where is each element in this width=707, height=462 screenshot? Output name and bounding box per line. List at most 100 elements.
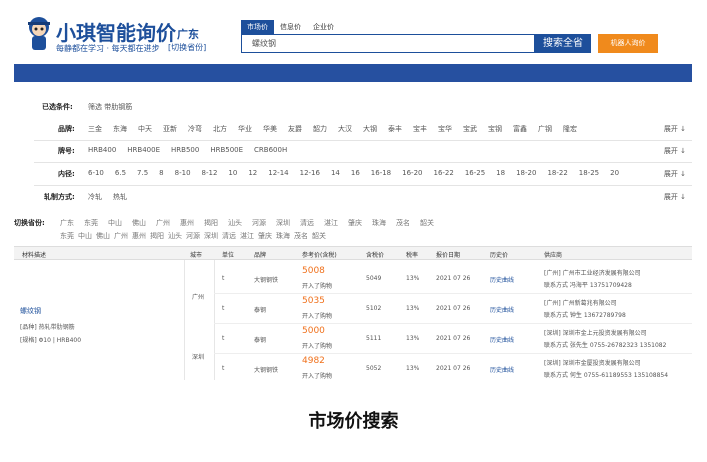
- spec-option[interactable]: 8-10: [175, 169, 191, 177]
- city-option[interactable]: 韶关: [420, 218, 434, 228]
- city-option[interactable]: 茂名: [396, 218, 410, 228]
- city-option[interactable]: 清远: [300, 218, 314, 228]
- grade-expand-button[interactable]: 展开 ↓: [664, 146, 686, 156]
- spec-option[interactable]: 20: [610, 169, 619, 177]
- spec-option[interactable]: 18-20: [516, 169, 536, 177]
- city-option[interactable]: 广东: [60, 218, 74, 228]
- brand-option[interactable]: 华美: [263, 124, 277, 134]
- spec-option[interactable]: 16: [351, 169, 360, 177]
- city-option[interactable]: 惠州: [132, 231, 146, 241]
- brand-option[interactable]: 广钢: [538, 124, 552, 134]
- tab-info-price[interactable]: 信息价: [274, 20, 307, 34]
- city-option[interactable]: 深圳: [276, 218, 290, 228]
- product-name-link[interactable]: 螺纹钢: [20, 306, 170, 316]
- city-option[interactable]: 广州: [114, 231, 128, 241]
- city-option[interactable]: 汕头: [228, 218, 242, 228]
- city-option[interactable]: 湛江: [324, 218, 338, 228]
- spec-option[interactable]: 8-12: [202, 169, 218, 177]
- brand-option[interactable]: 宝钢: [488, 124, 502, 134]
- brand-option[interactable]: 北方: [213, 124, 227, 134]
- grade-option[interactable]: HRB400: [88, 146, 116, 154]
- city-option[interactable]: 珠海: [372, 218, 386, 228]
- grade-option[interactable]: HRB500E: [210, 146, 243, 154]
- brand-option[interactable]: 东海: [113, 124, 127, 134]
- city-option[interactable]: 揭阳: [204, 218, 218, 228]
- brand-option[interactable]: 隆宏: [563, 124, 577, 134]
- th-tax-price: 含税价: [366, 252, 385, 259]
- brand-option[interactable]: 韶力: [313, 124, 327, 134]
- spec-option[interactable]: 18: [496, 169, 505, 177]
- brand-option[interactable]: 三金: [88, 124, 102, 134]
- brand-option[interactable]: 大汉: [338, 124, 352, 134]
- grade-option[interactable]: HRB500: [171, 146, 199, 154]
- spec-option[interactable]: 12-16: [300, 169, 320, 177]
- history-link[interactable]: 历史曲线: [490, 365, 514, 374]
- search-input[interactable]: 螺纹钢: [241, 34, 535, 53]
- spec-option[interactable]: 14: [331, 169, 340, 177]
- spec-option[interactable]: 8: [159, 169, 163, 177]
- city-option[interactable]: 广州: [156, 218, 170, 228]
- city-option[interactable]: 佛山: [96, 231, 110, 241]
- tab-market-price[interactable]: 市场价: [241, 20, 274, 34]
- brand-option[interactable]: 中天: [138, 124, 152, 134]
- city-option[interactable]: 河源: [186, 231, 200, 241]
- brand-option[interactable]: 宝华: [438, 124, 452, 134]
- switch-province-link[interactable]: [切换省份]: [168, 42, 206, 53]
- spec-option[interactable]: 10: [228, 169, 237, 177]
- city-option[interactable]: 深圳: [204, 231, 218, 241]
- history-link[interactable]: 历史曲线: [490, 335, 514, 344]
- city-option[interactable]: 河源: [252, 218, 266, 228]
- selected-conditions-label: 已选条件:: [42, 103, 73, 111]
- brand-option[interactable]: 富鑫: [513, 124, 527, 134]
- spec-option[interactable]: 18-22: [547, 169, 567, 177]
- brand-option[interactable]: 宝丰: [413, 124, 427, 134]
- brand-expand-button[interactable]: 展开 ↓: [664, 124, 686, 134]
- brand-option[interactable]: 友爵: [288, 124, 302, 134]
- history-link[interactable]: 历史曲线: [490, 305, 514, 314]
- city-option[interactable]: 湛江: [240, 231, 254, 241]
- spec-option[interactable]: 16-25: [465, 169, 485, 177]
- history-link[interactable]: 历史曲线: [490, 275, 514, 284]
- city-option[interactable]: 中山: [108, 218, 122, 228]
- tab-enterprise-price[interactable]: 企业价: [307, 20, 340, 34]
- spec-option[interactable]: 7.5: [137, 169, 148, 177]
- brand-option[interactable]: 泰丰: [388, 124, 402, 134]
- city-option[interactable]: 茂名: [294, 231, 308, 241]
- spec-option[interactable]: 18-25: [579, 169, 599, 177]
- city-option[interactable]: 东莞: [84, 218, 98, 228]
- city-option[interactable]: 惠州: [180, 218, 194, 228]
- robot-inquiry-button[interactable]: 机器人询价: [598, 34, 658, 53]
- method-option[interactable]: 热轧: [113, 192, 127, 202]
- grade-option[interactable]: HRB400E: [127, 146, 160, 154]
- city-option[interactable]: 中山: [78, 231, 92, 241]
- brand-filter-row: 品牌: 三金 东海 中天 亚新 冷弯 北方 华业 华美 友爵 韶力 大汉 大钢 …: [14, 124, 692, 146]
- brand-option[interactable]: 冷弯: [188, 124, 202, 134]
- city-option[interactable]: 清远: [222, 231, 236, 241]
- spec-option[interactable]: 12: [248, 169, 257, 177]
- spec-option[interactable]: 16-18: [371, 169, 391, 177]
- grade-option[interactable]: CRB600H: [254, 146, 287, 154]
- price-cell: 5008: [302, 266, 325, 276]
- spec-expand-button[interactable]: 展开 ↓: [664, 169, 686, 179]
- brand-option[interactable]: 亚新: [163, 124, 177, 134]
- tax-rate-cell: 13%: [406, 335, 420, 342]
- city-option[interactable]: 东莞: [60, 231, 74, 241]
- spec-option[interactable]: 16-20: [402, 169, 422, 177]
- spec-option[interactable]: 6.5: [115, 169, 126, 177]
- spec-option[interactable]: 12-14: [268, 169, 288, 177]
- city-option[interactable]: 汕头: [168, 231, 182, 241]
- method-option[interactable]: 冷轧: [88, 192, 102, 202]
- city-option[interactable]: 韶关: [312, 231, 326, 241]
- city-option[interactable]: 肇庆: [258, 231, 272, 241]
- city-option[interactable]: 珠海: [276, 231, 290, 241]
- brand-option[interactable]: 大钢: [363, 124, 377, 134]
- city-option[interactable]: 揭阳: [150, 231, 164, 241]
- brand-option[interactable]: 宝武: [463, 124, 477, 134]
- city-option[interactable]: 肇庆: [348, 218, 362, 228]
- city-option[interactable]: 佛山: [132, 218, 146, 228]
- spec-option[interactable]: 16-22: [433, 169, 453, 177]
- method-expand-button[interactable]: 展开 ↓: [664, 192, 686, 202]
- brand-option[interactable]: 华业: [238, 124, 252, 134]
- spec-option[interactable]: 6-10: [88, 169, 104, 177]
- search-province-button[interactable]: 搜索全省: [535, 34, 591, 53]
